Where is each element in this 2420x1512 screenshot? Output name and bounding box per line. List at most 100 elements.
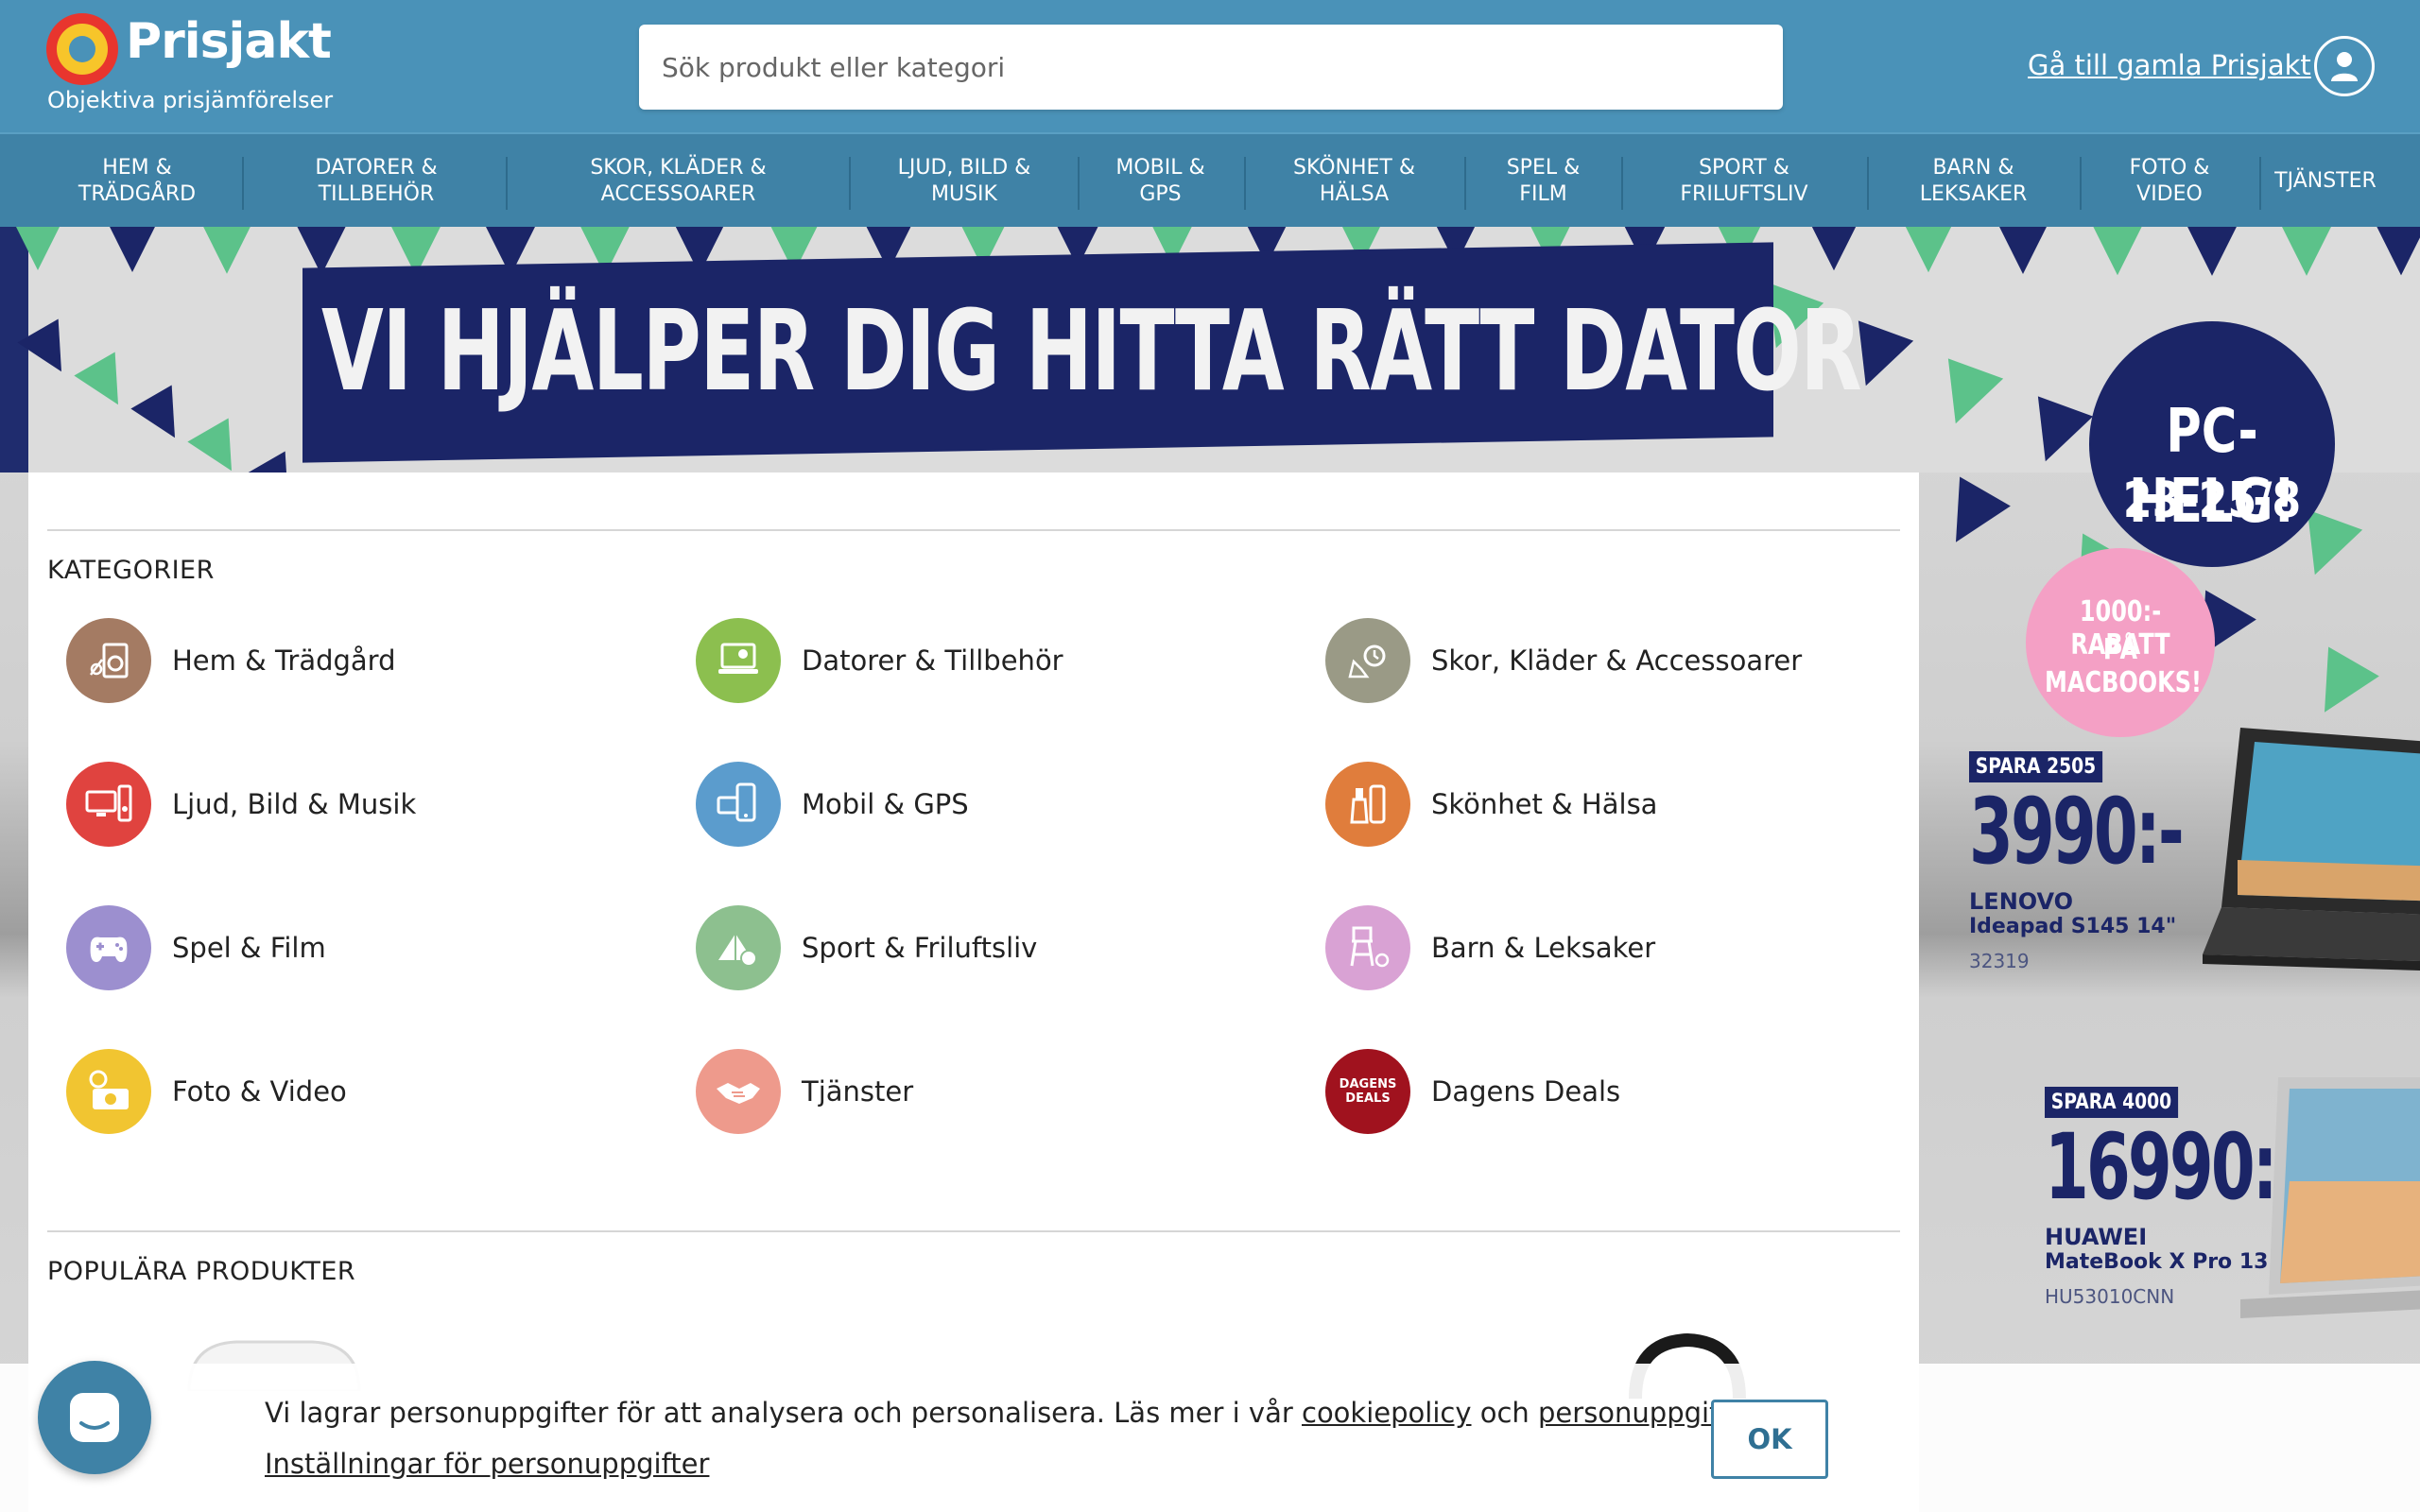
- bunting-flag: [2093, 227, 2142, 276]
- nav-item-barn[interactable]: BARN & LEKSAKER: [1886, 134, 2061, 229]
- logo-mark-icon: [46, 13, 118, 85]
- prisjakt-logo[interactable]: Prisjakt Objektiva prisjämförelser: [46, 11, 334, 115]
- event-dates: 23-25/8: [2122, 472, 2302, 529]
- category-label: Hem & Trädgård: [172, 644, 396, 677]
- categories-heading: KATEGORIER: [47, 556, 215, 585]
- nav-divider: [1621, 157, 1623, 210]
- bunting-flag: [1947, 358, 2004, 424]
- bunting-flag: [1811, 227, 1857, 271]
- camera-icon: [66, 1049, 151, 1134]
- nav-item-mobil[interactable]: MOBIL & GPS: [1097, 134, 1224, 229]
- category-label: Skor, Kläder & Accessoarer: [1431, 644, 1803, 677]
- category-label: Barn & Leksaker: [1431, 932, 1656, 964]
- nav-divider: [506, 157, 508, 210]
- bunting-flag: [110, 227, 155, 272]
- main-content-card: KATEGORIER Hem & Trädgård Datorer & Till…: [28, 472, 1919, 1512]
- category-label: Dagens Deals: [1431, 1075, 1621, 1108]
- old-prisjakt-link[interactable]: Gå till gamla Prisjakt: [2028, 49, 2311, 81]
- bunting-flag: [74, 352, 118, 405]
- computer-icon: [696, 618, 781, 703]
- highchair-icon: [1325, 905, 1410, 990]
- cookie-message: Vi lagrar personuppgifter för att analys…: [265, 1397, 1829, 1429]
- category-label: Tjänster: [802, 1075, 914, 1108]
- category-spel-film[interactable]: Spel & Film: [66, 904, 326, 991]
- banner-headline: VI HJÄLPER DIG HITTA RÄTT DATOR: [321, 285, 1862, 416]
- nav-divider: [1244, 157, 1246, 210]
- category-tjanster[interactable]: Tjänster: [696, 1048, 913, 1135]
- bunting-flag: [2325, 646, 2379, 713]
- site-header: Prisjakt Objektiva prisjämförelser Gå ti…: [0, 0, 2420, 132]
- tent-ball-icon: [696, 905, 781, 990]
- cookie-text-part: och: [1471, 1397, 1539, 1429]
- nav-item-spel-film[interactable]: SPEL & FILM: [1479, 134, 1607, 229]
- bunting-flag: [1999, 227, 2047, 274]
- chat-launcher-button[interactable]: [38, 1361, 151, 1474]
- cookie-policy-link[interactable]: cookiepolicy: [1302, 1397, 1472, 1429]
- category-label: Sport & Friluftsliv: [802, 932, 1038, 964]
- bunting-flag: [2187, 227, 2237, 276]
- popular-products-heading: POPULÄRA PRODUKTER: [47, 1257, 356, 1286]
- category-dagens-deals[interactable]: DAGENS DEALS Dagens Deals: [1325, 1048, 1620, 1135]
- nav-divider: [1867, 157, 1869, 210]
- gamepad-icon: [66, 905, 151, 990]
- cookie-ok-button[interactable]: OK: [1711, 1400, 1828, 1479]
- bunting-flag: [1905, 227, 1952, 273]
- category-skor-klader[interactable]: Skor, Kläder & Accessoarer: [1325, 617, 1802, 704]
- nav-item-skor-klader[interactable]: SKOR, KLÄDER & ACCESSOARER: [567, 134, 789, 229]
- category-mobil[interactable]: Mobil & GPS: [696, 761, 969, 848]
- logo-text: Prisjakt: [126, 13, 332, 70]
- category-nav: HEM & TRÄDGÅRD DATORER & TILLBEHÖR SKOR,…: [0, 132, 2420, 227]
- privacy-settings-link[interactable]: Inställningar för personuppgifter: [265, 1448, 709, 1480]
- chat-icon: [70, 1393, 119, 1442]
- divider: [47, 1230, 1900, 1232]
- bunting-flag: [203, 227, 251, 274]
- category-label: Ljud, Bild & Musik: [172, 788, 417, 820]
- bunting-flag: [17, 318, 61, 372]
- nav-item-hem-tradgard[interactable]: HEM & TRÄDGÅRD: [47, 134, 227, 229]
- lenovo-laptop-image: [2203, 728, 2420, 971]
- bunting-flag: [16, 227, 60, 270]
- cookie-consent-bar: Vi lagrar personuppgifter för att analys…: [0, 1364, 2420, 1512]
- category-label: Datorer & Tillbehör: [802, 644, 1063, 677]
- category-skonhet[interactable]: Skönhet & Hälsa: [1325, 761, 1657, 848]
- cookie-text-part: Vi lagrar personuppgifter för att analys…: [265, 1397, 1302, 1429]
- nav-item-foto[interactable]: FOTO & VIDEO: [2094, 134, 2245, 229]
- category-ljud-bild[interactable]: Ljud, Bild & Musik: [66, 761, 416, 848]
- nav-item-sport[interactable]: SPORT & FRILUFTSLIV: [1640, 134, 1848, 229]
- deals-icon: DAGENS DEALS: [1325, 1049, 1410, 1134]
- user-account-button[interactable]: [2314, 36, 2375, 96]
- search-input[interactable]: [639, 25, 1783, 110]
- nav-item-tjanster[interactable]: TJÄNSTER: [2269, 134, 2382, 229]
- category-hem-tradgard[interactable]: Hem & Trädgård: [66, 617, 396, 704]
- bunting-flag: [2037, 396, 2094, 462]
- tv-speaker-icon: [66, 762, 151, 847]
- category-barn[interactable]: Barn & Leksaker: [1325, 904, 1655, 991]
- nav-item-skonhet[interactable]: SKÖNHET & HÄLSA: [1267, 134, 1442, 229]
- divider: [47, 529, 1900, 531]
- beauty-icon: [1325, 762, 1410, 847]
- promo-line-2: PÅ MACBOOKS!: [2045, 633, 2202, 699]
- bunting-flag: [2377, 227, 2420, 276]
- nav-divider: [1464, 157, 1466, 210]
- category-datorer[interactable]: Datorer & Tillbehör: [696, 617, 1063, 704]
- logo-tagline: Objektiva prisjämförelser: [47, 87, 334, 113]
- category-label: Mobil & GPS: [802, 788, 969, 820]
- category-label: Foto & Video: [172, 1075, 347, 1108]
- nav-divider: [2080, 157, 2082, 210]
- huawei-laptop-image: [2240, 1077, 2420, 1318]
- nav-divider: [1078, 157, 1080, 210]
- handshake-icon: [696, 1049, 781, 1134]
- home-garden-icon: [66, 618, 151, 703]
- category-foto[interactable]: Foto & Video: [66, 1048, 347, 1135]
- nav-divider: [242, 157, 244, 210]
- category-sport[interactable]: Sport & Friluftsliv: [696, 904, 1037, 991]
- nav-item-datorer[interactable]: DATORER & TILLBEHÖR: [272, 134, 480, 229]
- nav-divider: [849, 157, 851, 210]
- deal-price: 3990:-: [1969, 779, 2185, 885]
- macbook-promo-badge: 1000:- RABATT PÅ MACBOOKS!: [2026, 548, 2215, 737]
- nav-divider: [2259, 157, 2261, 210]
- watch-shoe-icon: [1325, 618, 1410, 703]
- deals-icon-text: DAGENS DEALS: [1339, 1077, 1397, 1106]
- nav-item-ljud-bild[interactable]: LJUD, BILD & MUSIK: [870, 134, 1059, 229]
- bunting-flag: [130, 385, 175, 438]
